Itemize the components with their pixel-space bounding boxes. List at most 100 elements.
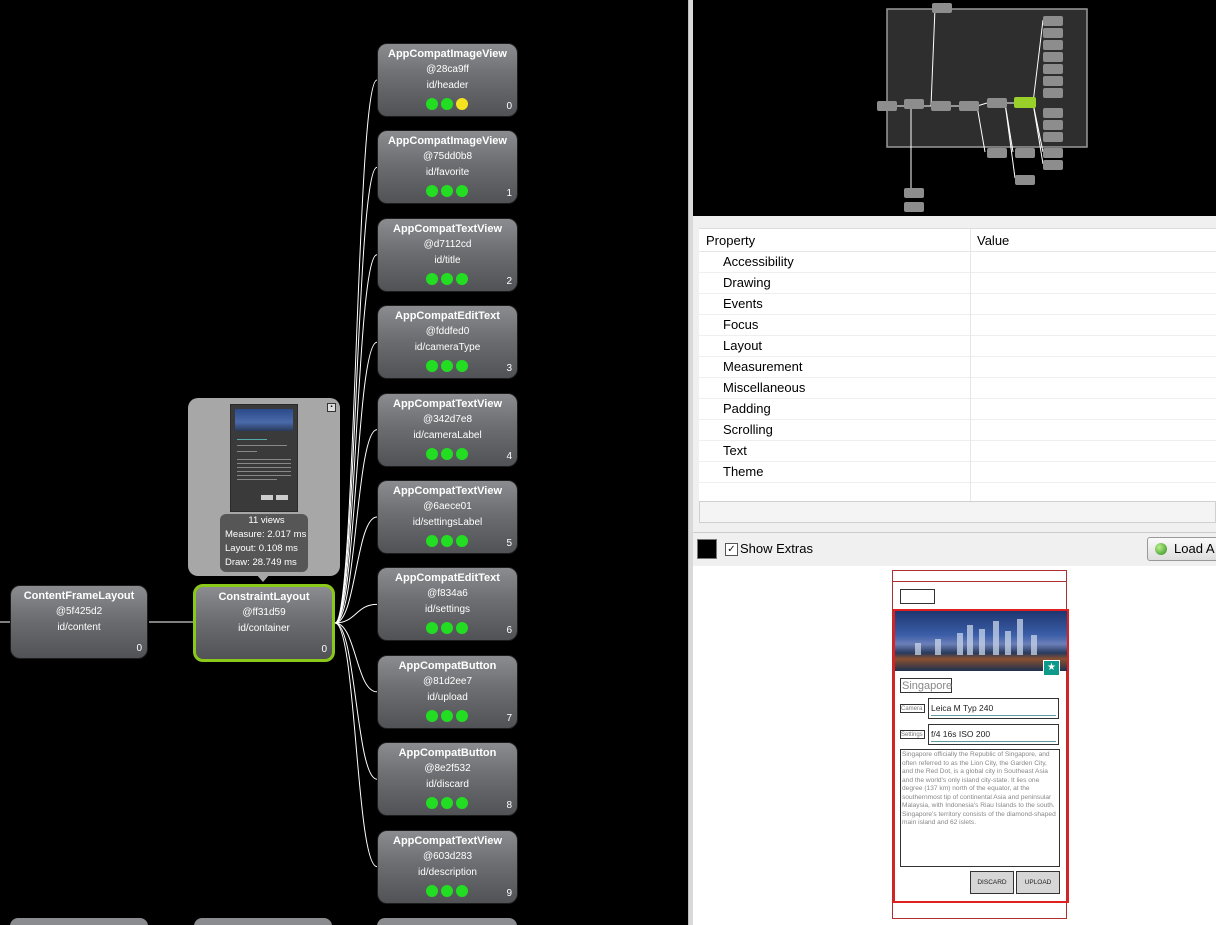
node-class-name: AppCompatTextView — [393, 397, 502, 410]
preview-settings-field[interactable]: f/4 16s ISO 200 — [928, 724, 1059, 745]
node-hash: @8e2f532 — [424, 763, 471, 775]
property-column-header[interactable]: Property — [706, 233, 755, 248]
tree-node-partial — [194, 918, 332, 925]
tree-node-child[interactable]: AppCompatImageView @28ca9ff id/header 0 — [377, 43, 518, 117]
node-hash: @d7112cd — [423, 238, 472, 250]
tree-node-content-frame-layout[interactable]: ContentFrameLayout @5f425d2 id/content 0 — [10, 585, 148, 659]
preview-camera-field[interactable]: Leica M Typ 240 — [928, 698, 1059, 719]
tree-node-child[interactable]: AppCompatTextView @342d7e8 id/cameraLabel 4 — [377, 392, 518, 467]
property-row[interactable]: Events — [699, 294, 1216, 315]
node-id: id/header — [426, 80, 469, 91]
node-index: 3 — [506, 363, 512, 375]
green-status-dot — [441, 709, 453, 722]
property-name: Events — [723, 296, 763, 311]
node-detail-popup: ▪ 11 views Measure: 2.017 ms Layout: 0.1… — [188, 398, 340, 582]
property-row[interactable]: Measurement — [699, 357, 1216, 378]
green-status-dot — [456, 884, 468, 897]
render-status-dots — [426, 709, 468, 722]
green-status-dot — [426, 185, 438, 198]
node-class-name: ContentFrameLayout — [23, 590, 135, 602]
node-index: 1 — [506, 188, 512, 200]
node-id: id/upload — [427, 691, 468, 703]
layout-preview-panel[interactable]: ★ Singapore Camera Leica M Typ 240 Setti… — [693, 566, 1216, 925]
properties-table[interactable]: Property Value Accessibility Drawing Event… — [699, 228, 1216, 515]
view-tree-panel[interactable]: ContentFrameLayout @5f425d2 id/content 0… — [0, 0, 688, 925]
node-class-name: AppCompatButton — [398, 747, 497, 760]
green-status-dot — [456, 709, 468, 722]
property-row[interactable]: Scrolling — [699, 420, 1216, 441]
green-status-dot — [456, 272, 468, 285]
property-row[interactable]: Drawing — [699, 273, 1216, 294]
preview-description: Singapore officially the Republic of Sin… — [900, 749, 1060, 867]
green-status-dot — [426, 98, 438, 110]
node-hash: @75dd0b8 — [422, 151, 473, 163]
tree-overview-map — [877, 3, 1088, 212]
render-status-dots — [426, 884, 468, 897]
property-row[interactable]: Miscellaneous — [699, 378, 1216, 399]
property-row[interactable]: Focus — [699, 315, 1216, 336]
load-overlay-button[interactable]: Load A — [1147, 537, 1216, 561]
node-class-name: AppCompatButton — [398, 659, 497, 672]
node-hash: @81d2ee7 — [422, 675, 473, 687]
green-status-dot — [441, 272, 453, 285]
background-color-swatch[interactable] — [697, 539, 717, 559]
tree-node-partial — [10, 918, 148, 925]
node-index: 7 — [506, 712, 512, 724]
green-status-dot — [441, 447, 453, 460]
property-name: Miscellaneous — [723, 380, 806, 395]
green-status-dot — [426, 360, 438, 373]
property-row[interactable]: Theme — [699, 462, 1216, 483]
node-id: id/settingsLabel — [412, 517, 483, 528]
green-status-dot — [456, 447, 468, 460]
tree-node-child[interactable]: AppCompatTextView @d7112cd id/title 2 — [377, 217, 518, 292]
green-status-dot — [426, 535, 438, 547]
load-globe-icon — [1155, 543, 1167, 555]
preview-settings-label: Settings — [900, 730, 925, 739]
preview-toolbar: ✓ Show Extras Load A — [693, 532, 1216, 566]
property-value-field[interactable] — [699, 501, 1216, 523]
popup-collapse-icon[interactable]: ▪ — [327, 403, 336, 412]
green-status-dot — [426, 447, 438, 460]
green-status-dot — [456, 185, 468, 198]
property-name: Measurement — [723, 359, 803, 374]
tree-overview-panel[interactable] — [693, 0, 1216, 216]
node-hash: @fddfed0 — [425, 326, 470, 338]
tree-node-child[interactable]: AppCompatButton @8e2f532 id/discard 8 — [377, 742, 518, 817]
measure-time: Measure: 2.017 ms — [225, 529, 307, 540]
tree-node-child[interactable]: AppCompatButton @81d2ee7 id/upload 7 — [377, 654, 518, 729]
node-index: 5 — [506, 538, 512, 549]
tree-node-child[interactable]: AppCompatTextView @6aece01 id/settingsLabe… — [377, 480, 518, 554]
show-extras-label[interactable]: Show Extras — [740, 541, 813, 556]
green-status-dot — [426, 709, 438, 722]
tree-node-child[interactable]: AppCompatTextView @603d283 id/description 9 — [377, 829, 518, 904]
tree-node-child[interactable]: AppCompatEditText @fddfed0 id/cameraType 3 — [377, 305, 518, 380]
node-id: id/settings — [424, 604, 471, 616]
tree-node-child[interactable]: AppCompatEditText @f834a6 id/settings 6 — [377, 567, 518, 642]
yellow-status-dot — [456, 98, 468, 110]
tree-node-child[interactable]: AppCompatImageView @75dd0b8 id/favorite 1 — [377, 130, 518, 205]
tree-node-constraint-layout[interactable]: ConstraintLayout @ff31d59 id/container 0 — [193, 584, 335, 662]
node-index: 9 — [506, 887, 512, 899]
green-status-dot — [426, 797, 438, 810]
property-row[interactable]: Accessibility — [699, 252, 1216, 273]
preview-upload-button[interactable]: UPLOAD — [1016, 871, 1060, 894]
node-id: id/cameraLabel — [413, 429, 482, 441]
node-class-name: ConstraintLayout — [218, 591, 310, 603]
property-row[interactable]: Padding — [699, 399, 1216, 420]
green-status-dot — [456, 797, 468, 810]
node-class-name: AppCompatTextView — [393, 485, 502, 497]
render-status-dots — [426, 185, 468, 198]
node-index: 8 — [506, 800, 512, 812]
node-index: 0 — [136, 643, 142, 654]
green-status-dot — [456, 360, 468, 373]
node-index: 6 — [506, 625, 512, 637]
green-status-dot — [441, 622, 453, 635]
view-thumbnail — [230, 404, 298, 512]
property-row[interactable]: Text — [699, 441, 1216, 462]
property-name: Scrolling — [723, 422, 773, 437]
render-status-dots — [426, 98, 468, 110]
preview-discard-button[interactable]: DISCARD — [970, 871, 1014, 894]
show-extras-checkbox[interactable]: ✓ — [725, 543, 738, 556]
property-row[interactable]: Layout — [699, 336, 1216, 357]
value-column-header[interactable]: Value — [977, 233, 1009, 248]
